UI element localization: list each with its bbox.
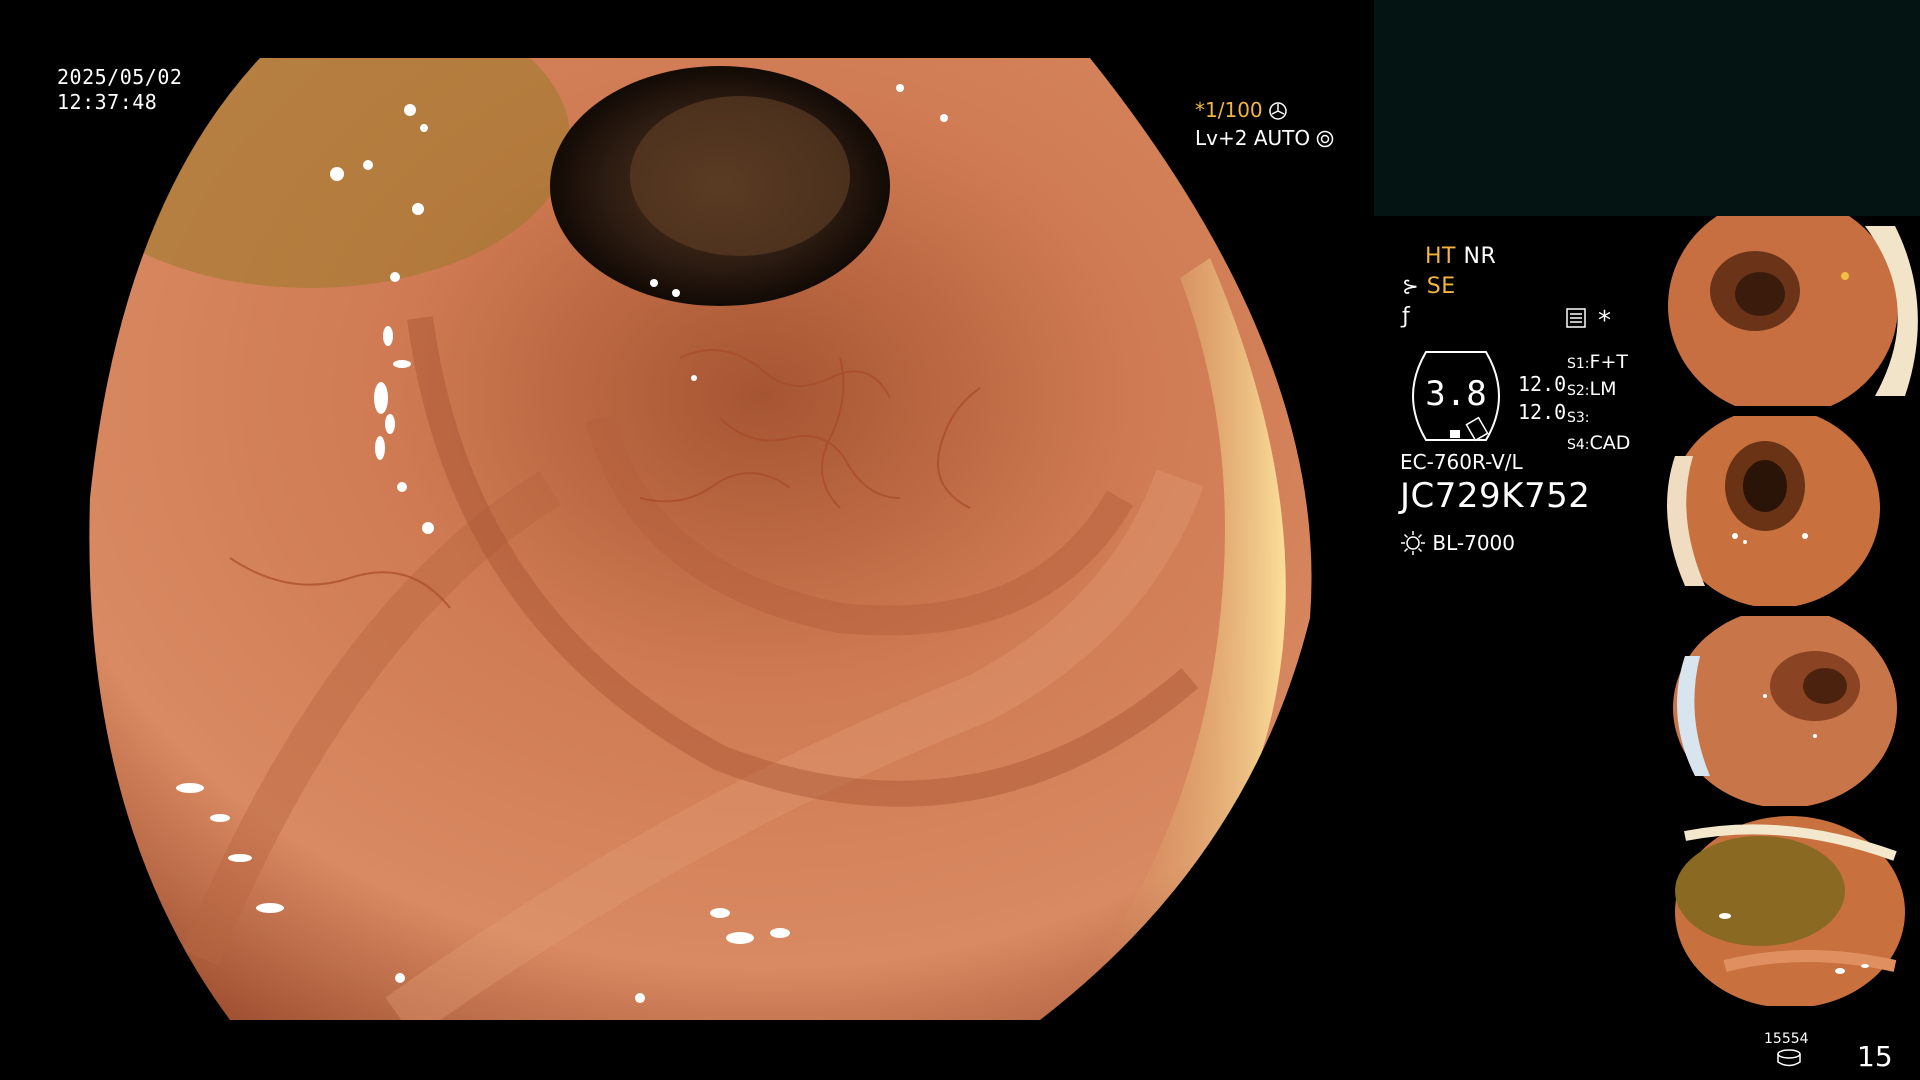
- value-2: 12.0: [1518, 400, 1567, 424]
- scope-switch-list: S1:F+T S2:LM S3: S4:CAD: [1567, 350, 1630, 458]
- scope-model: EC-760R-V/L: [1400, 450, 1523, 474]
- time-stamp: 12:37:48: [57, 90, 158, 114]
- zoom-badge: 3.8: [1398, 350, 1514, 442]
- shutter-speed: *1/100: [1195, 98, 1263, 122]
- frame-count-large: 15: [1857, 1040, 1893, 1073]
- switch-s4: S4:CAD: [1567, 432, 1631, 454]
- light-source-row: BL-7000: [1400, 530, 1515, 556]
- switch-s1: S1:F+T: [1567, 351, 1628, 373]
- star-indicator: *: [1598, 306, 1611, 336]
- value-1: 12.0: [1518, 372, 1567, 396]
- sun-icon: [1400, 530, 1426, 556]
- gear-icon: [1316, 129, 1334, 148]
- date-stamp: 2025/05/02: [57, 65, 183, 89]
- scissors-icon: ⊱: [1402, 274, 1420, 298]
- fan-icon: [1269, 101, 1287, 120]
- thumbnail-2[interactable]: [1665, 416, 1920, 606]
- zoom-value: 3.8: [1425, 374, 1487, 414]
- switch-s3: S3:: [1567, 410, 1590, 426]
- se-row: ⊱ SE: [1402, 274, 1456, 299]
- nr-indicator: NR: [1463, 244, 1497, 269]
- endoscope-main-view: [80, 58, 1320, 1020]
- ht-label: HT NR: [1425, 244, 1496, 269]
- filter-icon: [1566, 308, 1586, 332]
- switch-s2: S2:LM: [1567, 378, 1617, 400]
- cylinder-icon: [1776, 1049, 1802, 1071]
- preview-panel: [1374, 0, 1920, 216]
- thumbnail-3[interactable]: [1665, 616, 1920, 806]
- brightness-level: Lv+2: [1195, 126, 1248, 150]
- frame-count-small: 15554: [1764, 1031, 1809, 1047]
- light-source: BL-7000: [1432, 531, 1515, 555]
- auto-mode: AUTO: [1253, 126, 1311, 150]
- thumbnail-4[interactable]: [1665, 816, 1920, 1006]
- se-indicator: SE: [1426, 274, 1456, 299]
- sharpness-icon: ƒ: [1402, 304, 1410, 329]
- ht-indicator: HT: [1425, 244, 1456, 269]
- shutter-row: *1/100: [1195, 98, 1287, 122]
- scope-serial: JC729K752: [1400, 476, 1591, 516]
- thumbnail-1[interactable]: [1665, 216, 1920, 406]
- level-row: Lv+2 AUTO: [1195, 126, 1334, 150]
